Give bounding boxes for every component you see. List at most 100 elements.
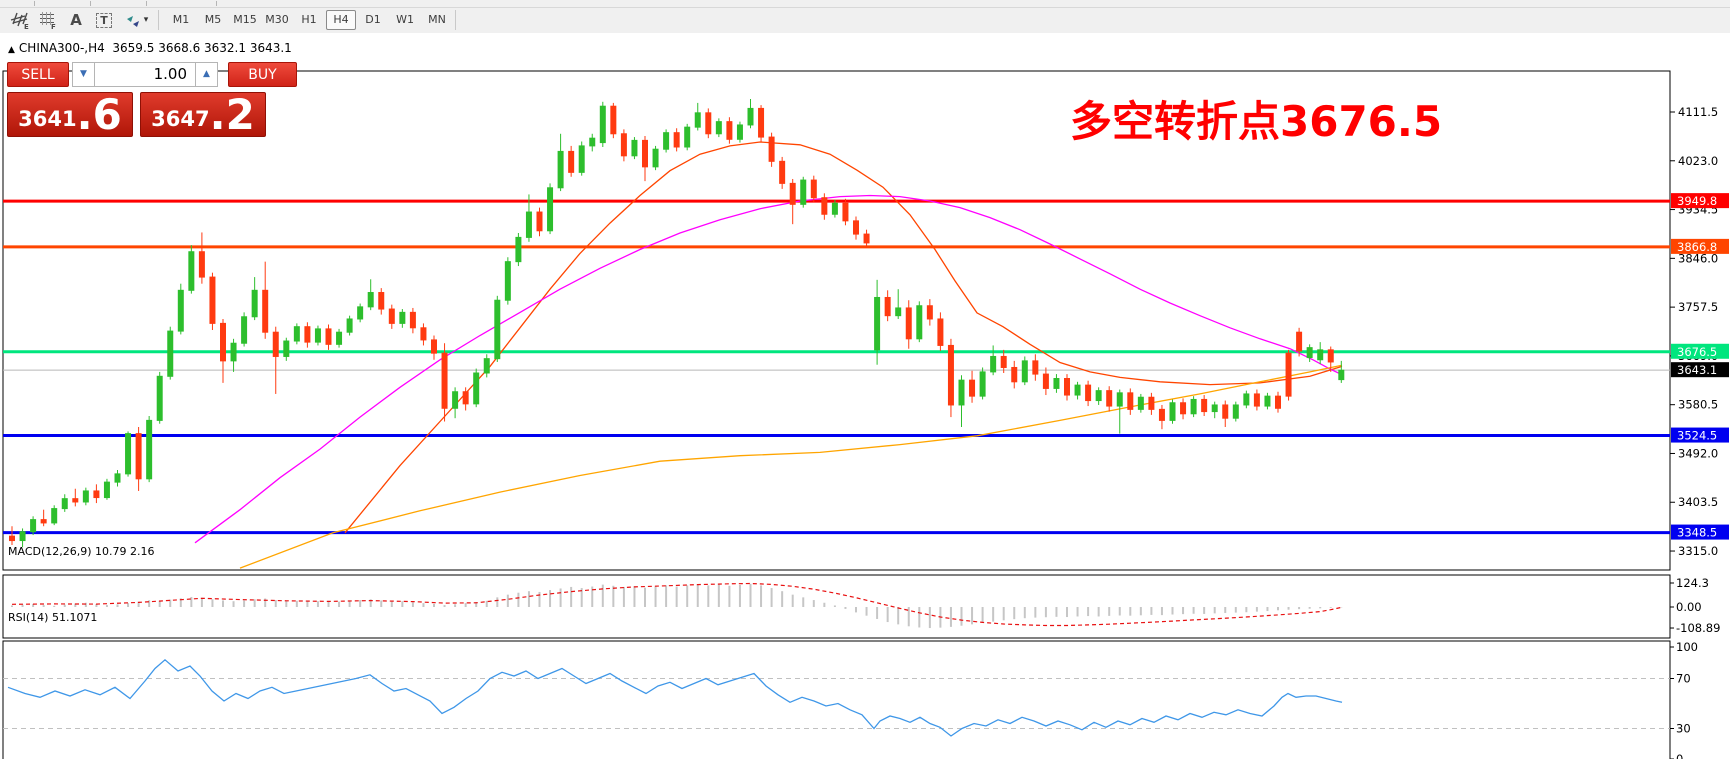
window-top-strip	[0, 0, 1730, 8]
buy-price-int: 3647	[151, 107, 210, 131]
candle	[346, 318, 353, 333]
candle	[272, 331, 279, 357]
candle	[473, 372, 480, 405]
sell-price-int: 3641	[18, 107, 77, 131]
candle	[525, 211, 532, 238]
svg-text:3524.5: 3524.5	[1677, 429, 1717, 443]
timeframe-button-MN[interactable]: MN	[422, 10, 452, 30]
chart-canvas[interactable]: 4111.54023.03934.53846.03757.53669.03580…	[0, 33, 1730, 759]
candle	[673, 132, 680, 148]
volume-increase-button[interactable]: ▲	[195, 62, 218, 87]
candle	[715, 121, 722, 135]
candle	[926, 305, 933, 320]
candle	[1042, 373, 1049, 389]
rsi-axis-label: 0	[1676, 752, 1683, 759]
candle	[483, 358, 490, 374]
chevron-down-icon[interactable]: ▾	[140, 9, 152, 31]
candle	[146, 419, 153, 480]
candle	[198, 251, 205, 278]
timeframe-button-H4[interactable]: H4	[326, 10, 356, 30]
candle	[1074, 384, 1081, 396]
candle	[810, 179, 817, 199]
candle	[652, 148, 659, 168]
candle	[937, 318, 944, 346]
toolbar-grip	[90, 1, 91, 6]
candle	[779, 160, 786, 184]
timeframe-button-D1[interactable]: D1	[358, 10, 388, 30]
candle	[209, 276, 216, 324]
candle	[114, 473, 121, 483]
timeframe-button-M30[interactable]: M30	[262, 10, 292, 30]
candle	[61, 498, 68, 510]
macd-axis-label: 0.00	[1676, 600, 1702, 614]
candle	[188, 251, 195, 291]
sell-price-frac: .6	[76, 90, 122, 139]
svg-text:3866.8: 3866.8	[1677, 240, 1717, 254]
candle	[409, 311, 416, 329]
price-tick-label: 3403.5	[1678, 495, 1718, 509]
candle	[831, 202, 838, 215]
candle	[842, 202, 849, 222]
indicators-icon[interactable]: E	[8, 9, 32, 31]
sell-price-box[interactable]: 3641.6	[7, 92, 133, 137]
candle	[979, 371, 986, 397]
candle	[726, 121, 733, 140]
volume-decrease-button[interactable]: ▼	[72, 62, 95, 87]
collapse-icon[interactable]: ▲	[8, 45, 15, 55]
macd-axis-label: 124.3	[1676, 576, 1709, 590]
candle	[1148, 396, 1155, 410]
ohlc-values: 3659.5 3668.6 3632.1 3643.1	[112, 41, 292, 55]
rsi-axis-label: 100	[1676, 640, 1698, 654]
chart-annotation-text: 多空转折点3676.5	[1070, 97, 1443, 146]
timeframe-button-M5[interactable]: M5	[198, 10, 228, 30]
toolbar-separator	[158, 10, 159, 30]
candle	[378, 292, 385, 310]
price-badge: 3643.1	[1671, 362, 1729, 378]
candle	[768, 136, 775, 162]
chart-symbol-header[interactable]: ▲ CHINA300-,H4 3659.5 3668.6 3632.1 3643.…	[8, 41, 292, 55]
rsi-pane-header: RSI(14) 51.1071	[8, 611, 98, 624]
grid-icon[interactable]: F	[36, 9, 60, 31]
candle	[1000, 355, 1007, 368]
candle	[1085, 384, 1092, 402]
candle	[1064, 378, 1070, 396]
candle	[220, 322, 226, 362]
candle	[990, 355, 997, 373]
candle	[789, 182, 796, 205]
timeframe-button-H1[interactable]: H1	[294, 10, 324, 30]
candle	[620, 133, 627, 157]
buy-button[interactable]: BUY	[228, 62, 297, 87]
candle	[19, 531, 26, 542]
symbol-label: CHINA300-,H4	[18, 41, 105, 55]
price-tick-label: 3757.5	[1678, 300, 1718, 314]
candle	[853, 220, 859, 235]
text-box-icon[interactable]: T	[92, 9, 116, 31]
rsi-pane	[2, 640, 1671, 759]
candle	[758, 107, 765, 138]
candle	[399, 311, 406, 324]
candle	[504, 261, 511, 301]
candle	[156, 375, 163, 421]
candle	[304, 326, 311, 343]
candle	[1264, 395, 1271, 407]
timeframe-button-W1[interactable]: W1	[390, 10, 420, 30]
price-tick-label: 4111.5	[1678, 105, 1718, 119]
candle	[103, 481, 110, 499]
timeframe-button-M15[interactable]: M15	[230, 10, 260, 30]
buy-price-box[interactable]: 3647.2	[140, 92, 266, 137]
sell-button[interactable]: SELL	[7, 62, 69, 87]
price-badge: 3949.8	[1671, 193, 1729, 209]
candle	[72, 498, 79, 503]
text-label-icon[interactable]: A	[64, 9, 88, 31]
timeframe-button-M1[interactable]: M1	[166, 10, 196, 30]
trading-app-window: { "toolbar": { "icons": [ {"name":"indic…	[0, 0, 1730, 759]
candle	[262, 289, 269, 333]
chart-window[interactable]: 4111.54023.03934.53846.03757.53669.03580…	[0, 33, 1730, 759]
macd-axis-label: -108.89	[1676, 621, 1720, 635]
candle	[1338, 369, 1345, 381]
candle	[1285, 352, 1292, 397]
volume-input[interactable]: 1.00	[94, 62, 196, 87]
candle	[283, 340, 290, 357]
candle	[1106, 390, 1113, 407]
candle	[1180, 402, 1187, 415]
